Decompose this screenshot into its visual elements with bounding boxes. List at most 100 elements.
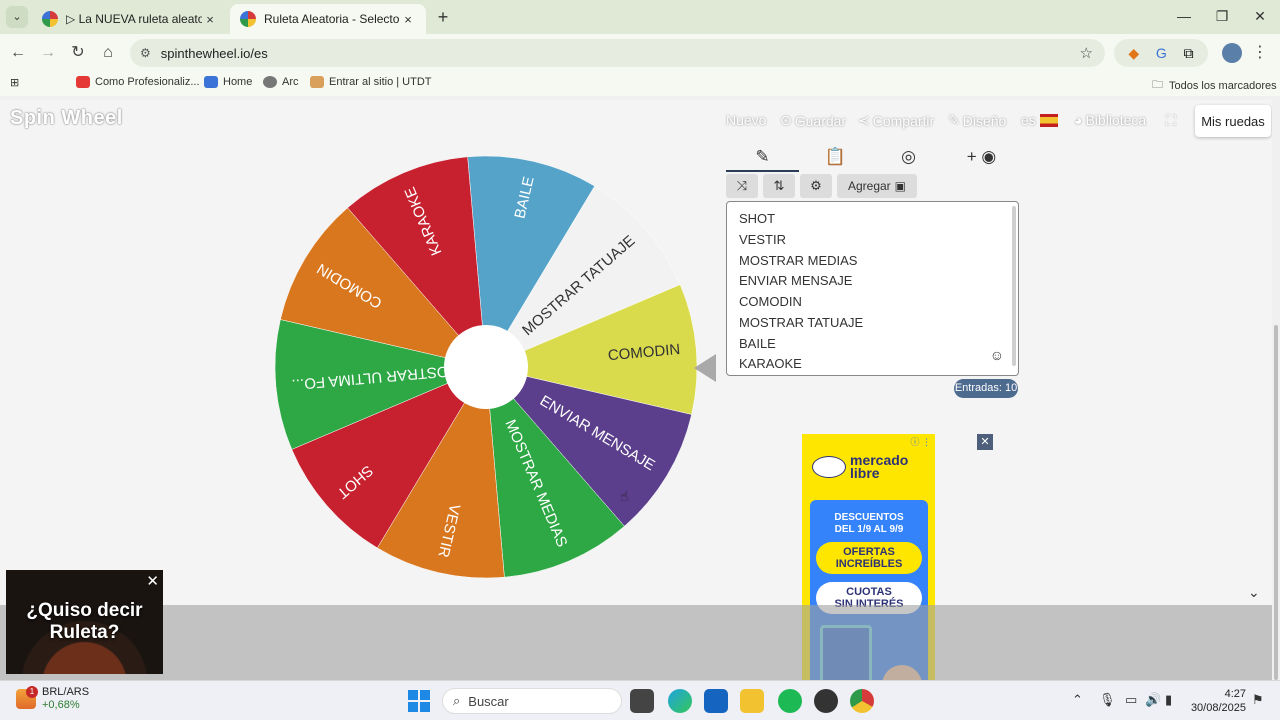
- gear-icon: ⚙: [810, 178, 822, 193]
- translate-icon[interactable]: G: [1156, 45, 1167, 61]
- mis-ruedas-button[interactable]: Mis ruedas: [1195, 105, 1271, 137]
- taskbar-clock[interactable]: 4:27 30/08/2025: [1186, 687, 1246, 715]
- tab-hidden[interactable]: ◎: [872, 144, 945, 172]
- tab-nueva-ruleta[interactable]: ▷ La NUEVA ruleta aleatoria 💗 ×: [32, 4, 228, 34]
- close-window-icon[interactable]: ✕: [1242, 4, 1278, 28]
- windows-taskbar: 1 BRL/ARS +0,68% ⌕ Buscar ⌃ 🎙 ▭ 🔊 ▮ 4:27…: [0, 680, 1280, 720]
- tab-results[interactable]: 📋: [799, 144, 872, 172]
- minimize-icon[interactable]: —: [1166, 4, 1202, 28]
- all-bookmarks[interactable]: 🗀 Todos los marcadores: [1152, 76, 1277, 95]
- bookmark-utdt[interactable]: Entrar al sitio | UTDT: [310, 76, 432, 88]
- wheel-center[interactable]: [444, 325, 528, 409]
- edge-icon[interactable]: [668, 689, 692, 713]
- editor-tabs: ✎ 📋 ◎ + ◉: [726, 142, 1018, 172]
- apps-grid-icon[interactable]: ⊞: [10, 76, 19, 89]
- favicon-icon: [240, 11, 256, 27]
- chevron-down-icon[interactable]: ⌄: [1248, 584, 1260, 601]
- nav-guardar-label: Guardar: [794, 112, 847, 129]
- entries-scrollbar[interactable]: [1012, 206, 1016, 366]
- video-popup[interactable]: ✕ ¿Quiso decir Ruleta?: [6, 570, 163, 674]
- tab-edit[interactable]: ✎: [726, 144, 799, 172]
- chrome-icon[interactable]: [850, 689, 874, 713]
- bookmark-arc[interactable]: Arc: [263, 76, 299, 88]
- new-tab-button[interactable]: +: [432, 6, 454, 28]
- ad-close-icon[interactable]: ✕: [977, 434, 993, 450]
- mercado-libre-logo: mercado libre: [812, 453, 908, 480]
- notification-icon[interactable]: ⚑: [1252, 692, 1264, 708]
- shuffle-button[interactable]: ⤨: [726, 174, 758, 198]
- tab-title: ▷ La NUEVA ruleta aleatoria 💗: [66, 12, 202, 26]
- pill-text: OFERTAS: [843, 546, 895, 558]
- forward-icon[interactable]: →: [36, 41, 60, 65]
- task-view-icon[interactable]: [630, 689, 654, 713]
- site-info-icon[interactable]: ⚙: [140, 46, 151, 60]
- entry-line[interactable]: MOSTRAR TATUAJE: [739, 315, 863, 330]
- nav-diseno[interactable]: ✎ Diseño: [948, 112, 1006, 129]
- reload-icon[interactable]: ↻: [66, 41, 90, 65]
- clock-date: 30/08/2025: [1190, 702, 1246, 714]
- add-image-button[interactable]: Agregar ▣: [837, 174, 917, 198]
- volume-icon[interactable]: 🔊: [1145, 692, 1161, 708]
- entry-line[interactable]: SHOT: [739, 211, 775, 226]
- sort-button[interactable]: ⇅: [763, 174, 795, 198]
- plus-color-wheel-icon: + ◉: [966, 147, 997, 166]
- page-scrollbar[interactable]: [1272, 100, 1280, 680]
- tab-close-icon[interactable]: ×: [400, 12, 416, 27]
- youtube-icon: [76, 76, 90, 88]
- sort-icon: ⇅: [773, 178, 785, 193]
- entry-line[interactable]: MOSTRAR MEDIAS: [739, 253, 857, 268]
- page-scrollbar-thumb[interactable]: [1274, 325, 1278, 680]
- file-explorer-icon[interactable]: [740, 689, 764, 713]
- site-logo[interactable]: Spin Wheel: [10, 107, 123, 130]
- close-icon[interactable]: ✕: [146, 572, 159, 590]
- home-icon[interactable]: ⌂: [96, 41, 120, 65]
- battery-icon[interactable]: ▮: [1165, 692, 1172, 708]
- nav-nuevo[interactable]: Nuevo: [726, 112, 766, 128]
- entry-line[interactable]: KARAOKE: [739, 356, 802, 371]
- fullscreen-icon[interactable]: ⛶: [1166, 112, 1176, 129]
- nav-biblioteca[interactable]: ◕ Biblioteca: [1074, 112, 1146, 128]
- tab-add-color[interactable]: + ◉: [945, 144, 1018, 172]
- app-icon[interactable]: [814, 689, 838, 713]
- tab-search-button[interactable]: ⌄: [6, 6, 28, 28]
- restore-icon[interactable]: ❐: [1204, 4, 1240, 28]
- save-icon: ⊙: [780, 112, 792, 128]
- bookmark-como-profesionalizar[interactable]: Como Profesionaliz...: [76, 76, 200, 88]
- nav-compartir[interactable]: ≺ Compartir: [858, 112, 934, 129]
- weather-widget[interactable]: 1 BRL/ARS +0,68%: [16, 686, 89, 712]
- favicon-icon: [42, 11, 58, 27]
- tab-close-icon[interactable]: ×: [202, 12, 218, 27]
- nav-language[interactable]: es: [1021, 112, 1058, 128]
- microphone-icon[interactable]: 🎙: [1099, 692, 1116, 708]
- address-bar[interactable]: ⚙ spinthewheel.io/es ☆: [130, 39, 1105, 67]
- entry-line[interactable]: ENVIAR MENSAJE: [739, 273, 852, 288]
- windows-start-icon[interactable]: [408, 690, 430, 712]
- settings-button[interactable]: ⚙: [800, 174, 832, 198]
- video-popup-text: ¿Quiso decir Ruleta?: [6, 600, 163, 644]
- spotify-icon[interactable]: [778, 689, 802, 713]
- chevron-up-icon[interactable]: ⌃: [1072, 692, 1083, 708]
- entry-line[interactable]: VESTIR: [739, 232, 786, 247]
- entry-line[interactable]: BAILE: [739, 336, 776, 351]
- url-text: spinthewheel.io/es: [160, 45, 268, 61]
- home-bookmark-icon: [204, 76, 218, 88]
- emoji-icon[interactable]: ☺: [990, 347, 1004, 363]
- bookmark-star-icon[interactable]: ☆: [1080, 44, 1093, 62]
- ad-headline-1: DESCUENTOS: [834, 512, 904, 523]
- spin-wheel[interactable]: BAILEMOSTRAR TATUAJECOMODINENVIAR MENSAJ…: [270, 150, 700, 580]
- back-icon[interactable]: ←: [6, 41, 30, 65]
- extensions-icon[interactable]: ⧉: [1184, 45, 1194, 62]
- profile-avatar[interactable]: [1222, 43, 1242, 63]
- entries-textarea[interactable]: SHOT VESTIR MOSTRAR MEDIAS ENVIAR MENSAJ…: [726, 201, 1019, 376]
- network-icon[interactable]: ▭: [1125, 692, 1137, 708]
- metamask-icon[interactable]: ◆: [1128, 45, 1139, 62]
- tab-ruleta-aleatoria[interactable]: Ruleta Aleatoria - Selector Persona ×: [230, 4, 426, 34]
- taskbar-search[interactable]: ⌕ Buscar: [442, 688, 622, 714]
- bookmark-home[interactable]: Home: [204, 76, 252, 88]
- entry-line[interactable]: COMODIN: [739, 294, 802, 309]
- browser-menu-icon[interactable]: ⋮: [1252, 42, 1268, 62]
- store-icon[interactable]: [704, 689, 728, 713]
- nav-guardar[interactable]: ⊙ Guardar: [780, 112, 846, 129]
- add-label: Agregar: [847, 179, 891, 193]
- ad-info-icon[interactable]: ⓘ ⋮: [910, 435, 931, 448]
